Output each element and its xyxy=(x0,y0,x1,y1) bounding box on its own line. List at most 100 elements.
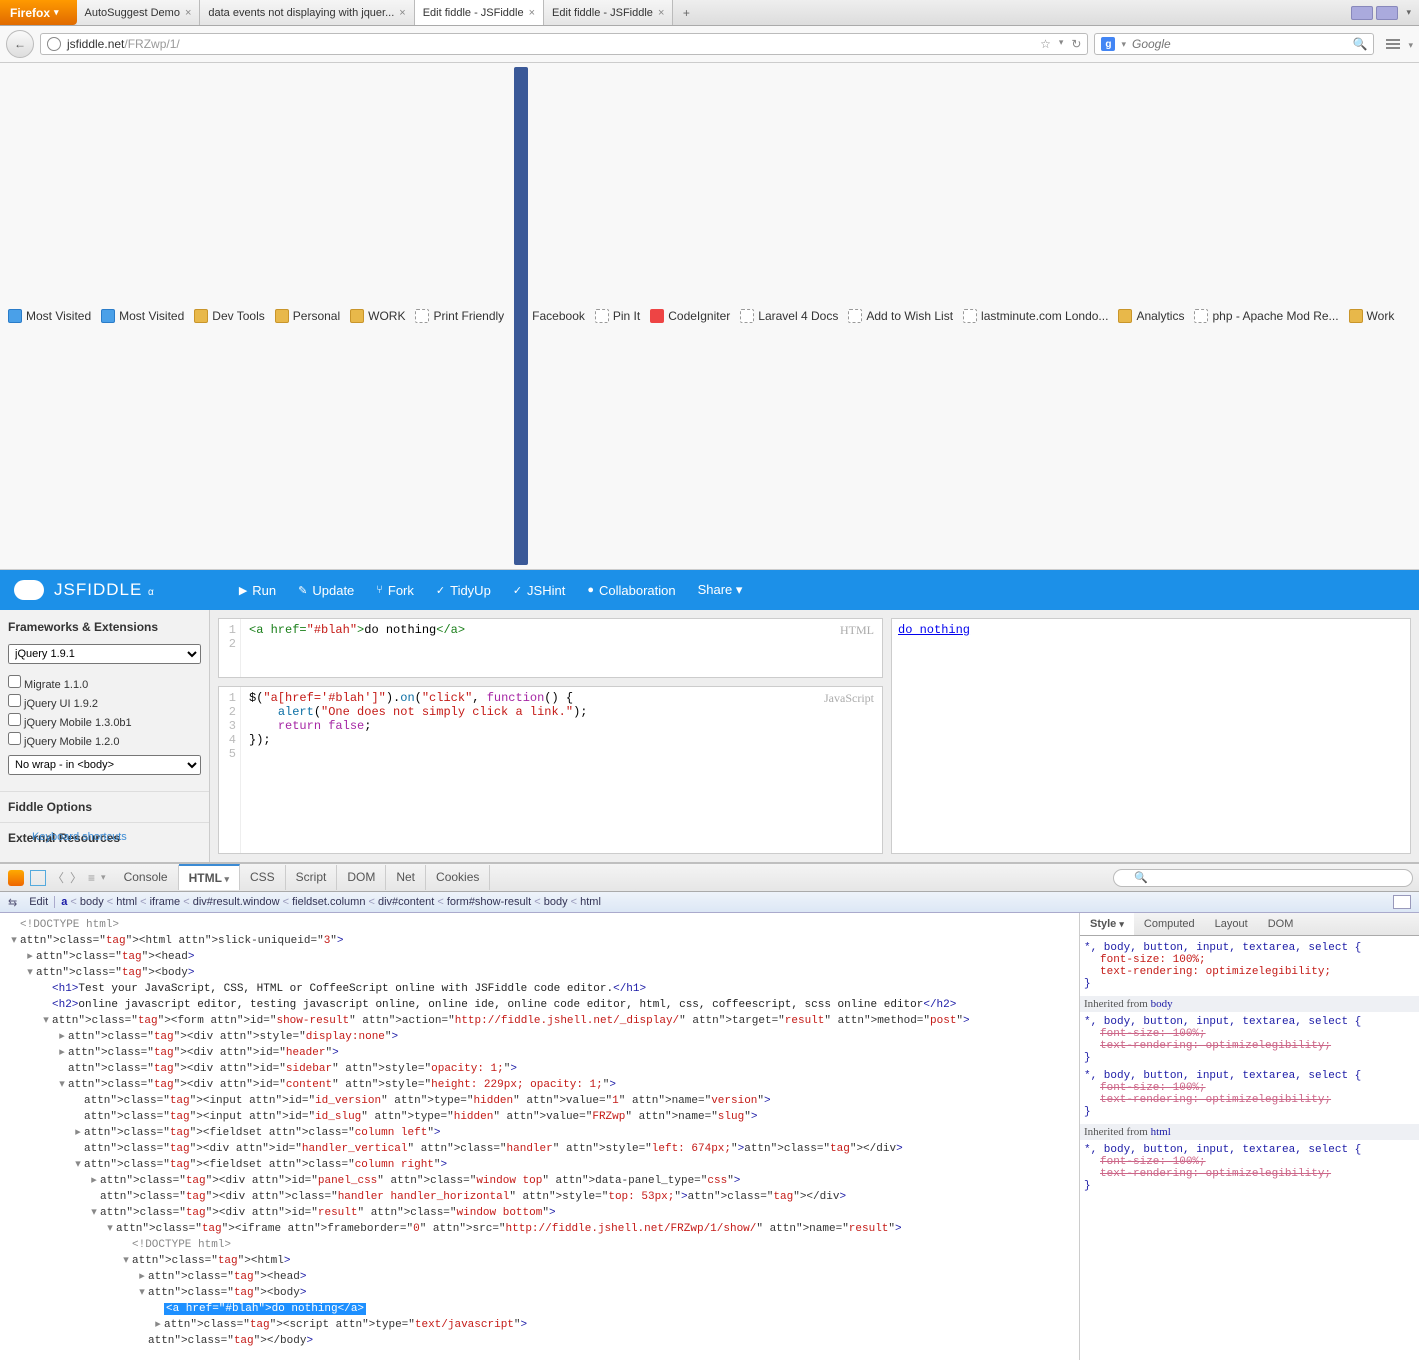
firebug-tab-css[interactable]: CSS xyxy=(240,865,286,890)
twisty-icon[interactable]: ▸ xyxy=(56,1045,68,1061)
browser-tab[interactable]: Edit fiddle - JSFiddle× xyxy=(415,0,544,25)
bookmark-item[interactable]: Dev Tools xyxy=(194,309,264,323)
keyboard-shortcuts-link[interactable]: Keyboard shortcuts xyxy=(32,831,127,843)
nav-prev-icon[interactable]: 〈 xyxy=(52,869,64,886)
close-icon[interactable]: × xyxy=(185,7,191,19)
bookmark-item[interactable]: lastminute.com Londo... xyxy=(963,309,1108,323)
crumb-icon[interactable]: ⇆ xyxy=(8,896,17,909)
bookmark-item[interactable]: Pin It xyxy=(595,309,640,323)
framework-select[interactable]: jQuery 1.9.1 xyxy=(8,644,201,664)
panel-toggle-icon[interactable] xyxy=(1393,895,1411,909)
bookmark-item[interactable]: Personal xyxy=(275,309,340,323)
firebug-tab-html[interactable]: HTML xyxy=(179,864,240,890)
search-icon[interactable]: 🔍 xyxy=(1353,37,1368,51)
javascript-panel[interactable]: JavaScript 12345 $("a[href='#blah']").on… xyxy=(218,686,883,854)
bookmark-item[interactable]: WORK xyxy=(350,309,405,323)
firebug-search-input[interactable] xyxy=(1113,869,1413,887)
jshint-button[interactable]: ✓JSHint xyxy=(513,582,566,598)
bookmark-item[interactable]: Most Visited xyxy=(8,309,91,323)
extension-checkbox[interactable]: Migrate 1.1.0 xyxy=(8,675,201,691)
chevron-down-icon[interactable] xyxy=(1408,37,1413,51)
browser-tab[interactable]: Edit fiddle - JSFiddle× xyxy=(544,0,673,25)
edit-button[interactable]: Edit xyxy=(23,896,55,908)
twisty-icon[interactable]: ▾ xyxy=(104,1221,116,1237)
twisty-icon[interactable]: ▾ xyxy=(40,1013,52,1029)
twisty-icon[interactable]: ▸ xyxy=(24,949,36,965)
twisty-icon[interactable]: ▾ xyxy=(72,1157,84,1173)
browser-tab[interactable]: AutoSuggest Demo× xyxy=(77,0,201,25)
bookmark-item[interactable]: Print Friendly xyxy=(415,309,504,323)
menu-icon[interactable] xyxy=(1380,39,1406,49)
bookmark-item[interactable]: Facebook xyxy=(514,67,585,565)
bookmark-item[interactable]: Laravel 4 Docs xyxy=(740,309,838,323)
tidyup-button[interactable]: ✓TidyUp xyxy=(436,582,491,598)
crumb-item[interactable]: div#result.window xyxy=(193,896,280,908)
firebug-tab-dom[interactable]: DOM xyxy=(337,865,386,890)
twisty-icon[interactable]: ▾ xyxy=(88,1205,100,1221)
crumb-item[interactable]: form#show-result xyxy=(447,896,531,908)
new-tab-button[interactable]: + xyxy=(673,0,699,25)
bookmark-item[interactable]: Analytics xyxy=(1118,309,1184,323)
html-panel[interactable]: HTML 12 <a href="#blah">do nothing</a> xyxy=(218,618,883,678)
share-button[interactable]: Share ▾ xyxy=(698,582,743,598)
fork-button[interactable]: ⑂Fork xyxy=(376,582,414,598)
style-tab-dom[interactable]: DOM xyxy=(1258,913,1304,935)
firebug-tab-console[interactable]: Console xyxy=(114,865,179,890)
wrap-select[interactable]: No wrap - in <body> xyxy=(8,755,201,775)
twisty-icon[interactable]: ▾ xyxy=(56,1077,68,1093)
twisty-icon[interactable]: ▸ xyxy=(72,1125,84,1141)
reload-icon[interactable]: ↻ xyxy=(1071,37,1081,51)
star-icon[interactable]: ☆ xyxy=(1040,37,1051,51)
style-tab-layout[interactable]: Layout xyxy=(1205,913,1258,935)
twisty-icon[interactable]: ▸ xyxy=(56,1029,68,1045)
twisty-icon[interactable]: ▾ xyxy=(136,1285,148,1301)
extension-checkbox[interactable]: jQuery Mobile 1.3.0b1 xyxy=(8,713,201,729)
html-tree[interactable]: <!DOCTYPE html>▾attn">class="tag"><html … xyxy=(0,913,1079,1360)
twisty-icon[interactable]: ▸ xyxy=(88,1173,100,1189)
firefox-menu-button[interactable]: Firefox xyxy=(0,0,77,25)
selected-node[interactable]: <a href="#blah">do nothing</a> xyxy=(164,1303,366,1315)
twisty-icon[interactable]: ▾ xyxy=(8,933,20,949)
extension-checkbox[interactable]: jQuery UI 1.9.2 xyxy=(8,694,201,710)
chevron-down-icon[interactable]: ▾ xyxy=(1059,37,1064,51)
close-icon[interactable]: × xyxy=(658,7,664,19)
crumb-item[interactable]: div#content xyxy=(378,896,434,908)
firebug-icon[interactable] xyxy=(8,870,24,886)
bookmark-item[interactable]: php - Apache Mod Re... xyxy=(1194,309,1338,323)
crumb-item[interactable]: html xyxy=(116,896,137,908)
chevron-down-icon[interactable]: ▾ xyxy=(1121,39,1126,50)
bookmark-item[interactable]: CodeIgniter xyxy=(650,309,730,323)
close-icon[interactable]: × xyxy=(529,7,535,19)
style-tab-style[interactable]: Style ▾ xyxy=(1080,913,1134,935)
tab-group-icon[interactable] xyxy=(1376,6,1398,20)
twisty-icon[interactable]: ▸ xyxy=(152,1317,164,1333)
chevron-down-icon[interactable]: ▾ xyxy=(101,872,106,883)
chevron-down-icon[interactable]: ▾ xyxy=(1406,7,1411,18)
crumb-item[interactable]: fieldset.column xyxy=(292,896,365,908)
lines-icon[interactable]: ≡ xyxy=(88,871,95,885)
bookmark-item[interactable]: Add to Wish List xyxy=(848,309,953,323)
style-tab-computed[interactable]: Computed xyxy=(1134,913,1205,935)
extension-checkbox[interactable]: jQuery Mobile 1.2.0 xyxy=(8,732,201,748)
twisty-icon[interactable]: ▾ xyxy=(24,965,36,981)
browser-tab[interactable]: data events not displaying with jquer...… xyxy=(200,0,414,25)
run-button[interactable]: ▶Run xyxy=(239,582,276,598)
nav-next-icon[interactable]: 〉 xyxy=(70,869,82,886)
crumb-item[interactable]: html xyxy=(580,896,601,908)
inspect-icon[interactable] xyxy=(30,870,46,886)
firebug-tab-script[interactable]: Script xyxy=(286,865,338,890)
address-bar[interactable]: jsfiddle.net/FRZwp/1/ ☆ ▾ ↻ xyxy=(40,33,1088,55)
tab-group-icon[interactable] xyxy=(1351,6,1373,20)
crumb-item[interactable]: body xyxy=(80,896,104,908)
back-button[interactable]: ← xyxy=(6,30,34,58)
search-input[interactable] xyxy=(1132,37,1347,51)
crumb-item[interactable]: body xyxy=(544,896,568,908)
twisty-icon[interactable]: ▾ xyxy=(120,1253,132,1269)
bookmark-item[interactable]: Most Visited xyxy=(101,309,184,323)
update-button[interactable]: ✎Update xyxy=(298,582,354,598)
result-link[interactable]: do nothing xyxy=(896,621,972,639)
firebug-tab-net[interactable]: Net xyxy=(386,865,426,890)
crumb-item[interactable]: iframe xyxy=(150,896,181,908)
collaboration-button[interactable]: ●Collaboration xyxy=(587,582,675,598)
twisty-icon[interactable]: ▸ xyxy=(136,1269,148,1285)
